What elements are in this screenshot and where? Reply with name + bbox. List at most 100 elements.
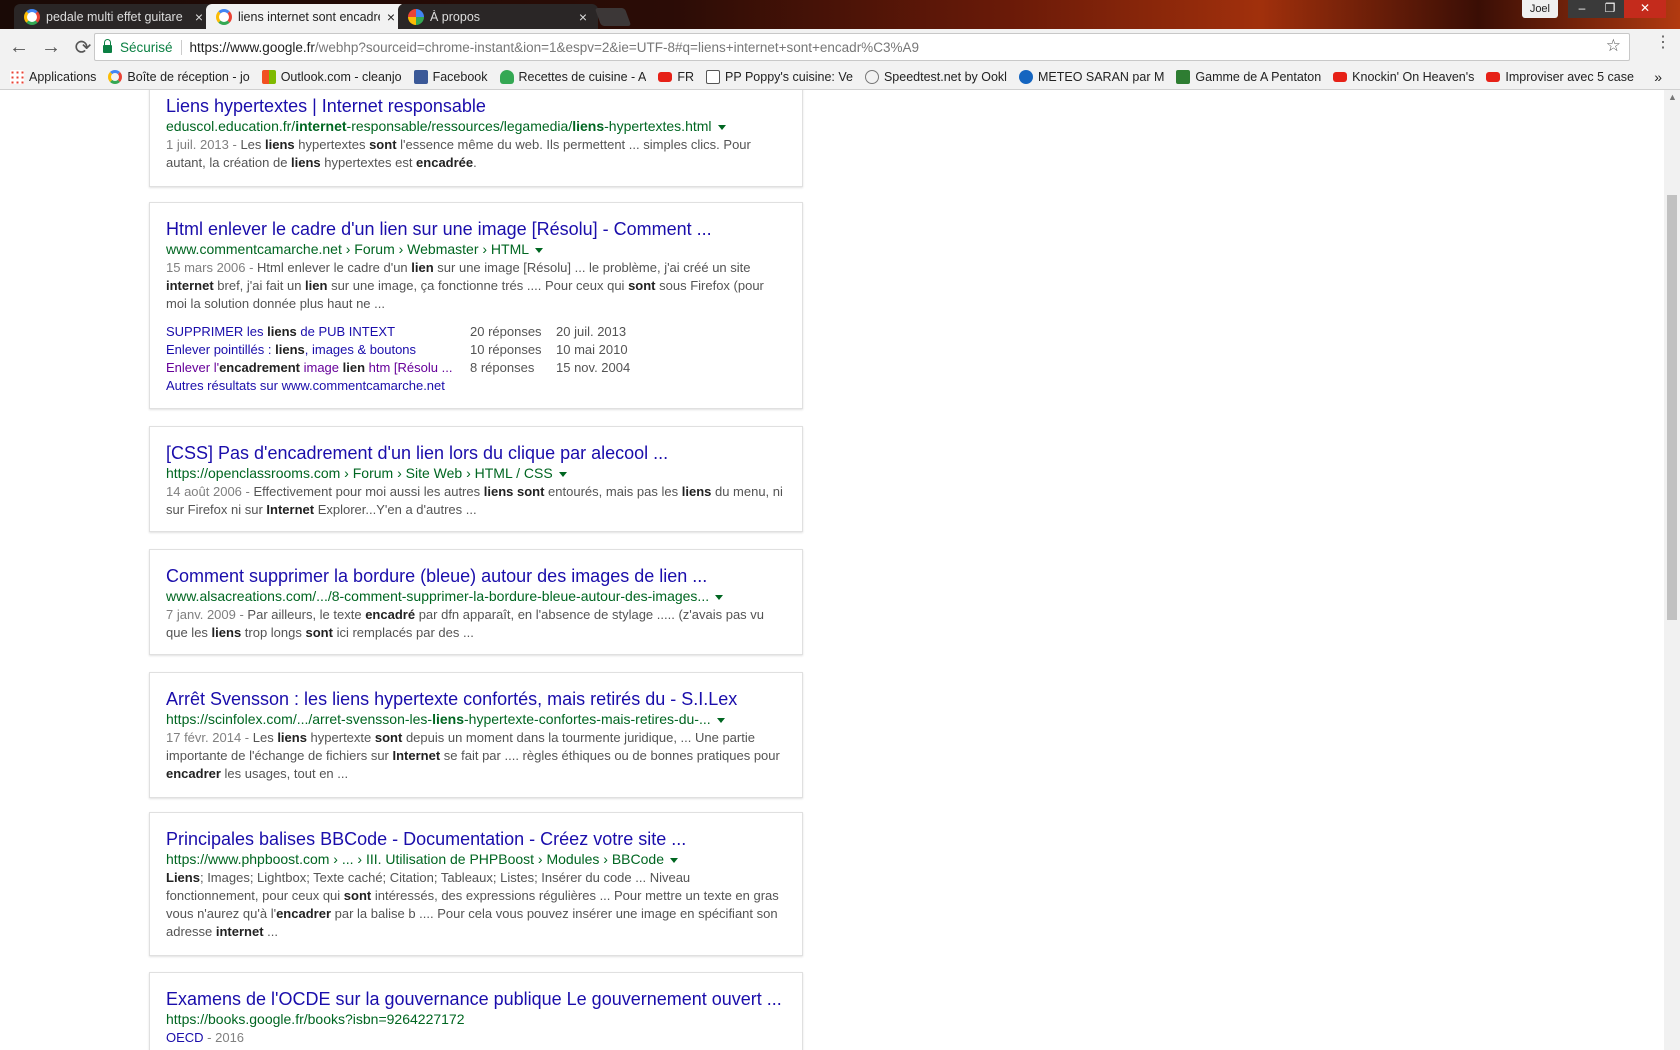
snippet-text: ici remplacés par des ... [332,625,474,640]
result-url: www.alsacreations.com/.../8-comment-supp… [166,587,786,605]
reply-count: 20 réponses [470,324,542,339]
snippet-keyword: Internet [266,502,315,517]
reply-date: 15 nov. 2004 [556,360,631,375]
close-icon[interactable]: × [384,9,398,25]
result-title[interactable]: Principales balises BBCode - Documentati… [166,828,786,850]
snippet-text: Html enlever le cadre d'un [257,260,412,275]
address-bar[interactable]: Sécurisé https://www.google.fr/webhp?sou… [94,33,1630,61]
bookmark-star-icon[interactable]: ☆ [1606,36,1621,56]
scroll-up-arrow-icon[interactable]: ▲ [1668,92,1677,102]
bookmark-meteo[interactable]: METEO SARAN par M [1018,70,1165,84]
bookmark-label: METEO SARAN par M [1037,70,1165,84]
maximize-button[interactable]: ❐ [1596,0,1624,18]
tab-title: À propos [430,9,481,24]
secure-label[interactable]: Sécurisé [120,39,182,55]
dropdown-arrow-icon[interactable] [717,124,726,130]
link-keyword: liens [275,342,305,357]
sub-result-link[interactable]: Enlever l'encadrement image lien htm [Ré… [166,359,470,377]
result-card: Html enlever le cadre d'un lien sur une … [149,202,803,409]
bookmark-label: Applications [29,70,97,84]
sub-result-link[interactable]: Enlever pointillés : liens, images & bou… [166,341,470,359]
dropdown-arrow-icon[interactable] [669,857,678,863]
snippet-keyword: liens [211,625,242,640]
reply-count: 10 réponses [470,342,542,357]
result-title[interactable]: Comment supprimer la bordure (bleue) aut… [166,565,786,587]
bookmark-gamme[interactable]: Gamme de A Pentaton [1176,70,1321,84]
snippet-text: Par ailleurs, le texte [247,607,366,622]
snippet-keyword: sont [374,730,403,745]
close-icon[interactable]: × [192,9,206,25]
tab-strip: pedale multi effet guitare × liens inter… [0,0,1680,29]
dropdown-arrow-icon[interactable] [715,594,724,600]
bookmark-applications[interactable]: Applications [10,70,96,84]
dropdown-arrow-icon[interactable] [716,717,725,723]
bookmark-label: Recettes de cuisine - A [518,70,647,84]
result-title[interactable]: Examens de l'OCDE sur la gouvernance pub… [166,988,786,1010]
close-icon[interactable]: × [576,9,590,25]
result-title[interactable]: Liens hypertextes | Internet responsable [166,95,786,117]
publication-year: - 2016 [203,1030,245,1045]
result-title[interactable]: Html enlever le cadre d'un lien sur une … [166,218,786,240]
bookmark-recettes[interactable]: Recettes de cuisine - A [499,70,647,84]
google-favicon-icon [24,8,40,25]
bookmark-label: Facebook [432,70,488,84]
result-card: Comment supprimer la bordure (bleue) aut… [149,549,803,655]
outlook-icon [261,70,276,84]
reload-button[interactable]: ⟳ [70,34,96,60]
sub-result-link[interactable]: SUPPRIMER les liens de PUB INTEXT [166,323,470,341]
snippet-keyword: liens [681,484,712,499]
result-title[interactable]: [CSS] Pas d'encadrement d'un lien lors d… [166,442,786,464]
tab-liens-internet[interactable]: liens internet sont encadrés × [206,4,406,29]
snippet-text: se fait par .... règles éthiques ou de b… [440,748,780,763]
url-path: /webhp?sourceid=chrome-instant&ion=1&esp… [314,39,919,55]
url-part-bold: liens [572,118,605,134]
result-snippet: 15 mars 2006 - Html enlever le cadre d'u… [166,259,786,313]
bookmark-fr[interactable]: FR [658,70,694,84]
result-url: https://openclassrooms.com › Forum › Sit… [166,464,786,482]
bookmarks-overflow-button[interactable]: » [1654,69,1662,85]
forward-button[interactable]: → [38,34,64,60]
bookmark-poppys[interactable]: PP Poppy's cuisine: Ve [706,70,853,84]
snippet-keyword: Liens [166,870,200,885]
tab-pedale[interactable]: pedale multi effet guitare × [14,4,214,29]
minimize-button[interactable]: – [1568,0,1596,18]
dropdown-arrow-icon[interactable] [558,471,567,477]
bookmark-speedtest[interactable]: Speedtest.net by Ookl [864,70,1007,84]
page-scrollbar[interactable]: ▲ [1664,90,1680,1050]
window-close-button[interactable]: ✕ [1624,0,1666,18]
result-card: Liens hypertextes | Internet responsable… [149,90,803,187]
snippet-keyword: internet [166,278,214,293]
more-results-link[interactable]: Autres résultats sur www.commentcamarche… [166,378,445,393]
snippet-text: entourés, mais pas les [544,484,682,499]
snippet-keyword: encadrer [166,766,221,781]
url-part: -hypertextes.html [604,118,712,134]
author-link[interactable]: OECD [166,1030,204,1045]
result-title[interactable]: Arrêt Svensson : les liens hypertexte co… [166,688,786,710]
bookmark-label: FR [677,70,695,84]
link-text: de PUB INTEXT [296,324,396,339]
bookmark-outlook[interactable]: Outlook.com - cleanjo [261,70,402,84]
tab-a-propos[interactable]: À propos × [398,4,598,29]
bookmark-inbox[interactable]: Boîte de réception - jo [108,70,250,84]
snippet-keyword: sont [343,888,372,903]
profile-button[interactable]: Joel [1521,0,1558,18]
dropdown-arrow-icon[interactable] [535,247,544,253]
gamme-icon [1176,70,1191,84]
chrome-menu-icon[interactable]: ⋮ [1655,35,1671,51]
scrollbar-thumb[interactable] [1667,195,1677,620]
google-favicon-icon [216,8,232,25]
result-url: https://scinfolex.com/.../arret-svensson… [166,710,786,728]
result-url: https://books.google.fr/books?isbn=92642… [166,1011,465,1027]
bookmark-facebook[interactable]: Facebook [413,70,488,84]
bookmark-knockin[interactable]: Knockin' On Heaven's [1333,70,1474,84]
new-tab-button[interactable] [594,8,632,26]
snippet-text: Explorer...Y'en a d'autres ... [314,502,477,517]
snippet-keyword: liens [291,155,321,170]
snippet-keyword: encadré [365,607,416,622]
bookmark-improviser[interactable]: Improviser avec 5 case [1486,70,1634,84]
back-button[interactable]: ← [6,34,32,60]
bookmark-label: Knockin' On Heaven's [1352,70,1475,84]
snippet-text: Les [240,137,266,152]
link-text: Enlever l' [166,360,220,375]
snippet-text: ... [263,924,278,939]
